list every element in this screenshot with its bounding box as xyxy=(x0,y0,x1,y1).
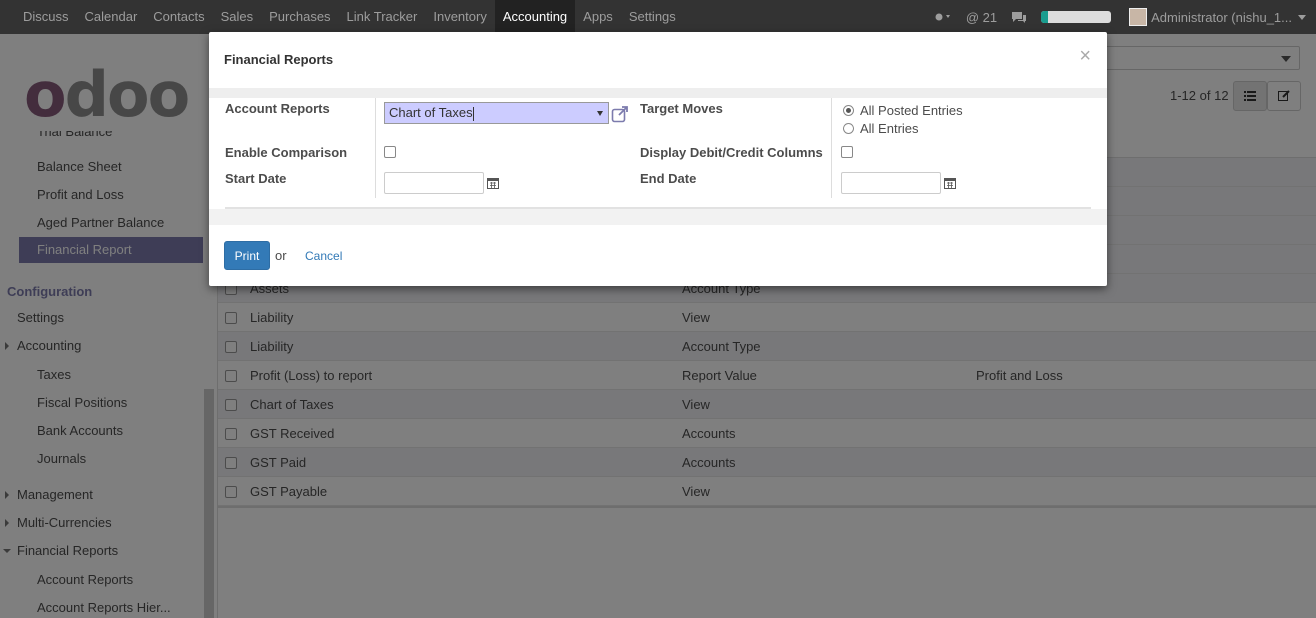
column-divider xyxy=(831,98,832,198)
header-divider xyxy=(209,88,1107,98)
financial-reports-dialog: Financial Reports × Account Reports Char… xyxy=(209,32,1107,286)
calendar-icon[interactable] xyxy=(487,177,499,189)
enable-comparison-label: Enable Comparison xyxy=(225,145,348,160)
text-cursor xyxy=(472,106,474,121)
systray: @ 21 Administrator (nishu_1... xyxy=(934,0,1316,34)
cancel-link[interactable]: Cancel xyxy=(305,249,342,263)
start-date-input[interactable] xyxy=(384,172,484,194)
user-menu[interactable]: Administrator (nishu_1... xyxy=(1151,10,1292,25)
menu-purchases[interactable]: Purchases xyxy=(261,0,338,34)
enable-comparison-checkbox[interactable] xyxy=(384,146,396,158)
menu-discuss[interactable]: Discuss xyxy=(15,0,77,34)
menu-apps[interactable]: Apps xyxy=(575,0,621,34)
end-date-input[interactable] xyxy=(841,172,941,194)
external-link-icon[interactable] xyxy=(611,105,629,123)
menu-inventory[interactable]: Inventory xyxy=(425,0,494,34)
debug-bug-icon[interactable] xyxy=(934,11,952,23)
display-debit-credit-checkbox[interactable] xyxy=(841,146,853,158)
dialog-title: Financial Reports xyxy=(224,52,334,67)
radio-all-posted-entries-label: All Posted Entries xyxy=(860,103,963,118)
calendar-icon[interactable] xyxy=(944,177,956,189)
radio-all-posted-entries[interactable] xyxy=(843,105,854,116)
avatar[interactable] xyxy=(1129,8,1148,26)
menu-sales[interactable]: Sales xyxy=(213,0,262,34)
start-date-label: Start Date xyxy=(225,171,287,186)
print-button[interactable]: Print xyxy=(224,241,270,270)
display-debit-credit-label: Display Debit/Credit Columns xyxy=(640,145,823,160)
radio-all-entries-label: All Entries xyxy=(860,121,919,136)
top-navbar: Discuss Calendar Contacts Sales Purchase… xyxy=(0,0,1316,34)
menu-calendar[interactable]: Calendar xyxy=(77,0,146,34)
column-divider xyxy=(375,98,376,198)
mentions-counter[interactable]: @ 21 xyxy=(966,10,997,25)
account-reports-label: Account Reports xyxy=(225,101,330,116)
account-reports-value: Chart of Taxes xyxy=(389,105,473,120)
footer-divider xyxy=(209,209,1107,225)
menu-contacts[interactable]: Contacts xyxy=(145,0,212,34)
close-icon[interactable]: × xyxy=(1079,46,1091,66)
target-moves-label: Target Moves xyxy=(640,101,723,116)
main-app-menu: Discuss Calendar Contacts Sales Purchase… xyxy=(15,0,684,34)
menu-settings[interactable]: Settings xyxy=(621,0,684,34)
end-date-label: End Date xyxy=(640,171,697,186)
progress-fill xyxy=(1041,11,1049,23)
chevron-down-icon[interactable] xyxy=(1298,14,1306,20)
onboarding-progress-bar[interactable] xyxy=(1041,11,1112,23)
dropdown-arrow-icon xyxy=(597,111,603,116)
menu-accounting[interactable]: Accounting xyxy=(494,0,576,34)
radio-all-entries[interactable] xyxy=(843,123,854,134)
chat-bubbles-icon[interactable] xyxy=(1011,11,1027,24)
account-reports-select[interactable]: Chart of Taxes xyxy=(384,102,609,124)
menu-link-tracker[interactable]: Link Tracker xyxy=(339,0,426,34)
or-label: or xyxy=(275,248,287,263)
